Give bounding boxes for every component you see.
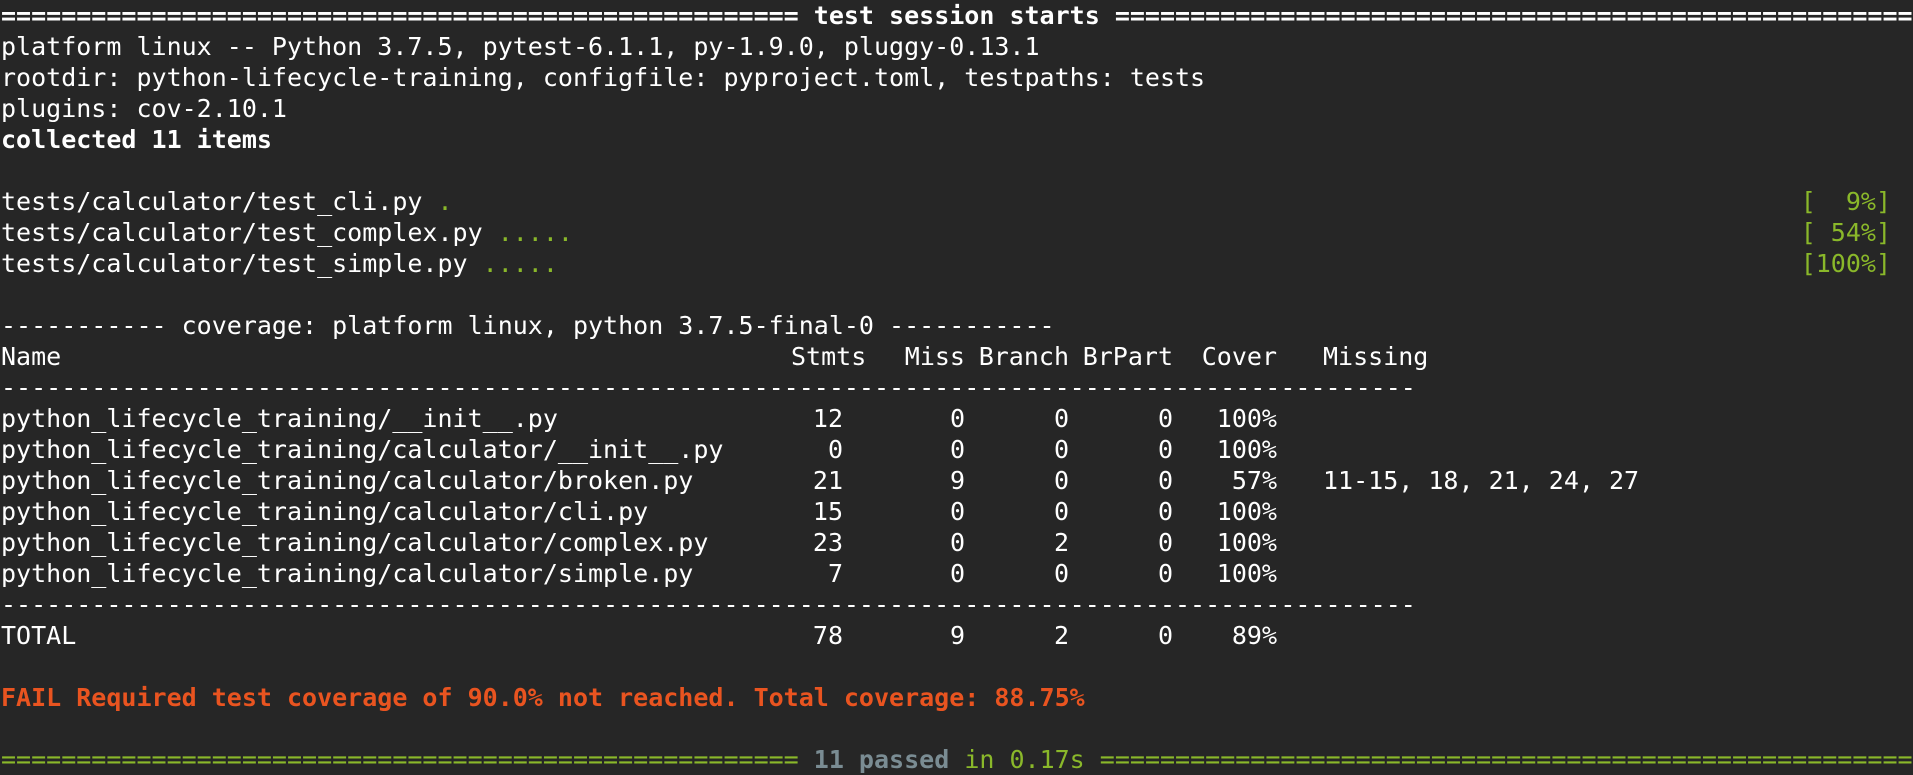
row-cover: 57% bbox=[1231, 466, 1277, 495]
row-name: python_lifecycle_training/calculator/bro… bbox=[1, 466, 694, 495]
test-progress: [ 9%] bbox=[1800, 187, 1891, 216]
test-file: tests/calculator/test_cli.py bbox=[1, 187, 423, 216]
test-result-row: tests/calculator/test_complex.py ..... [ … bbox=[1, 217, 1913, 248]
row-cover: 100% bbox=[1216, 528, 1277, 557]
passed-count: 11 passed bbox=[813, 745, 950, 774]
terminal-output: ========================================… bbox=[0, 0, 1913, 775]
total-miss: 9 bbox=[949, 621, 965, 650]
row-brpart: 0 bbox=[1157, 435, 1173, 464]
row-name: python_lifecycle_training/calculator/cli… bbox=[1, 497, 649, 526]
table-row: python_lifecycle_training/calculator/com… bbox=[1, 527, 1913, 558]
table-row: python_lifecycle_training/calculator/bro… bbox=[1, 465, 1913, 496]
row-name: python_lifecycle_training/__init__.py bbox=[1, 404, 558, 433]
footer-right-rule: ========================================… bbox=[1099, 745, 1913, 774]
row-stmts: 7 bbox=[827, 559, 843, 588]
row-branch: 0 bbox=[1053, 435, 1069, 464]
row-miss: 0 bbox=[949, 559, 965, 588]
column-header-brpart: BrPart bbox=[1082, 342, 1173, 371]
total-name: TOTAL bbox=[1, 621, 77, 650]
total-stmts: 78 bbox=[812, 621, 843, 650]
table-row: python_lifecycle_training/calculator/sim… bbox=[1, 558, 1913, 589]
row-stmts: 12 bbox=[812, 404, 843, 433]
duration: in 0.17s bbox=[964, 745, 1085, 774]
session-header: ========================================… bbox=[1, 0, 1913, 31]
row-name: python_lifecycle_training/calculator/com… bbox=[1, 528, 709, 557]
column-header-miss: Miss bbox=[904, 342, 965, 371]
test-progress: [ 54%] bbox=[1800, 218, 1891, 247]
row-miss: 0 bbox=[949, 497, 965, 526]
row-brpart: 0 bbox=[1157, 404, 1173, 433]
table-row: python_lifecycle_training/calculator/cli… bbox=[1, 496, 1913, 527]
column-header-missing: Missing bbox=[1323, 342, 1429, 371]
row-branch: 0 bbox=[1053, 497, 1069, 526]
row-stmts: 21 bbox=[812, 466, 843, 495]
table-total-row: TOTAL 78 9 2 0 89% bbox=[1, 620, 1913, 651]
row-cover: 100% bbox=[1216, 435, 1277, 464]
fail-message: FAIL Required test coverage of 90.0% not… bbox=[1, 683, 1085, 712]
total-cover: 89% bbox=[1231, 621, 1277, 650]
row-branch: 0 bbox=[1053, 466, 1069, 495]
platform-line: platform linux -- Python 3.7.5, pytest-6… bbox=[1, 32, 1040, 61]
test-progress: [100%] bbox=[1800, 249, 1891, 278]
collected-line: collected 11 items bbox=[1, 125, 272, 154]
row-name: python_lifecycle_training/calculator/__i… bbox=[1, 435, 724, 464]
test-result-row: tests/calculator/test_cli.py . [ 9%] bbox=[1, 186, 1913, 217]
test-file: tests/calculator/test_simple.py bbox=[1, 249, 468, 278]
column-header-branch: Branch bbox=[978, 342, 1069, 371]
table-row: python_lifecycle_training/__init__.py 12 0… bbox=[1, 403, 1913, 434]
row-stmts: 23 bbox=[812, 528, 843, 557]
test-dots: . bbox=[437, 187, 453, 216]
coverage-table-header: Name Stmts Miss Branch BrPart Cover Missing bbox=[1, 341, 1913, 372]
row-stmts: 15 bbox=[812, 497, 843, 526]
table-separator: ----------------------------------------… bbox=[1, 373, 1416, 402]
row-brpart: 0 bbox=[1157, 528, 1173, 557]
header-left-rule: ========================================… bbox=[1, 1, 799, 30]
row-stmts: 0 bbox=[827, 435, 843, 464]
row-brpart: 0 bbox=[1157, 466, 1173, 495]
row-brpart: 0 bbox=[1157, 497, 1173, 526]
row-name: python_lifecycle_training/calculator/sim… bbox=[1, 559, 694, 588]
row-miss: 0 bbox=[949, 528, 965, 557]
total-branch: 2 bbox=[1053, 621, 1069, 650]
test-file: tests/calculator/test_complex.py bbox=[1, 218, 483, 247]
coverage-header: ----------- coverage: platform linux, py… bbox=[1, 311, 1055, 340]
test-dots: ..... bbox=[497, 218, 573, 247]
row-branch: 2 bbox=[1053, 528, 1069, 557]
rootdir-line: rootdir: python-lifecycle-training, conf… bbox=[1, 63, 1206, 92]
row-brpart: 0 bbox=[1157, 559, 1173, 588]
row-cover: 100% bbox=[1216, 559, 1277, 588]
row-cover: 100% bbox=[1216, 404, 1277, 433]
table-row: python_lifecycle_training/calculator/__i… bbox=[1, 434, 1913, 465]
plugins-line: plugins: cov-2.10.1 bbox=[1, 94, 287, 123]
column-header-stmts: Stmts bbox=[791, 342, 867, 371]
test-result-row: tests/calculator/test_simple.py ..... [10… bbox=[1, 248, 1913, 279]
row-cover: 100% bbox=[1216, 497, 1277, 526]
row-branch: 0 bbox=[1053, 559, 1069, 588]
row-branch: 0 bbox=[1053, 404, 1069, 433]
row-miss: 9 bbox=[949, 466, 965, 495]
row-miss: 0 bbox=[949, 404, 965, 433]
row-miss: 0 bbox=[949, 435, 965, 464]
session-title: test session starts bbox=[813, 1, 1100, 30]
column-header-cover: Cover bbox=[1201, 342, 1277, 371]
row-missing: 11-15, 18, 21, 24, 27 bbox=[1323, 466, 1640, 495]
total-brpart: 0 bbox=[1157, 621, 1173, 650]
test-dots: ..... bbox=[482, 249, 558, 278]
column-header-name: Name bbox=[1, 342, 62, 371]
footer-left-rule: ========================================… bbox=[1, 745, 799, 774]
header-right-rule: ========================================… bbox=[1114, 1, 1913, 30]
table-separator: ----------------------------------------… bbox=[1, 590, 1416, 619]
session-footer: ========================================… bbox=[1, 744, 1913, 775]
